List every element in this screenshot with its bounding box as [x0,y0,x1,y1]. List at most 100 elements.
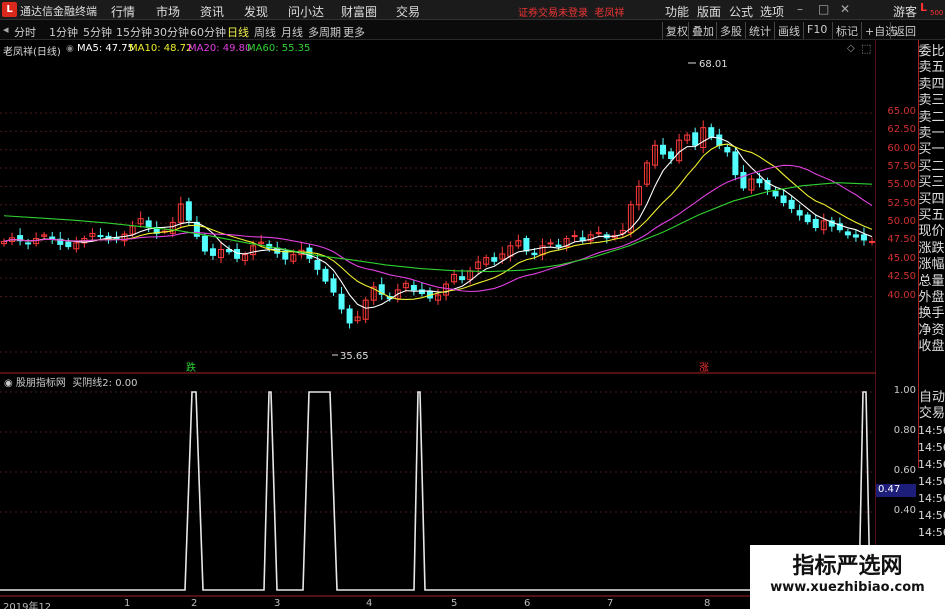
indicator-source: 股朋指标网 [15,378,66,389]
menu-discover[interactable]: 发现 [244,3,268,20]
quote-field-label: 收盘 [918,339,945,355]
candle-body [25,242,32,245]
quote-field-label: 总量 [918,273,945,289]
ma20-legend: MA20: 49.80 [188,43,252,54]
quote-field-label: 买一 [918,142,945,158]
tab-weekly[interactable]: 周线 [254,24,276,40]
quote-field-label: 涨幅 [918,257,945,273]
tab-monthly[interactable]: 月线 [281,24,303,40]
tab-60min[interactable]: 60分钟 [190,24,226,40]
chart-title: 老凤祥(日线) [3,47,61,58]
tab-5min[interactable]: 5分钟 [83,24,112,40]
login-notice[interactable]: 证券交易未登录 老凤祥 [518,4,624,19]
date-tick-label: 2 [191,598,198,609]
price-tick-label: 65.00 [887,106,916,117]
trade-label[interactable]: 交易 [919,402,945,421]
stats-button[interactable]: 统计 [745,22,774,39]
draw-button[interactable]: 画线 [774,22,803,39]
corner-letter: L [920,1,928,14]
indicator-tick-label: 0.40 [893,505,916,516]
menu-quotes[interactable]: 行情 [111,3,135,20]
tab-1min[interactable]: 1分钟 [49,24,78,40]
candle-body [708,127,715,138]
candle-body [145,220,152,229]
price-tick-label: 42.50 [887,271,916,283]
candle-body [185,201,192,221]
ma60-legend: MA60: 55.35 [247,43,311,54]
quote-field-label: 现价 [918,224,945,240]
menu-xiaoda[interactable]: 问小达 [288,3,324,20]
diamond-icon[interactable]: ◇ [847,43,855,54]
menu-news[interactable]: 资讯 [200,3,224,20]
price-tick-label: 40.00 [887,289,916,301]
candle-body [860,234,867,241]
quote-field-label: 卖一 [918,126,945,141]
candle-body [796,210,803,216]
tick-time: 14:56 [918,441,945,454]
low-price-label: 35.65 [340,351,369,362]
menu-function[interactable]: 功能 [665,3,689,20]
tick-time: 14:56 [918,509,945,522]
candle-body [804,214,811,223]
date-tick-label: 2019年12 [3,602,52,609]
indicator-current-value: 0.47 [876,484,916,497]
menu-formula[interactable]: 公式 [729,3,753,20]
expand-icon[interactable]: ⬚ [861,42,871,55]
quote-field-label: 净资 [918,322,945,338]
candle-body [668,151,675,160]
candle-body [571,235,578,238]
quote-field-label: 委比 [918,44,945,59]
tab-more[interactable]: 更多 [343,24,365,40]
candle-body [547,242,554,245]
ma5-legend: MA5: 47.75 [77,43,135,54]
candle-body [788,199,795,209]
f10-button[interactable]: F10 [803,22,830,39]
menu-options[interactable]: 选项 [760,3,784,20]
quote-field-label: 买四 [918,191,945,207]
candle-body [418,289,425,295]
settings-icon[interactable]: ◉ [66,44,74,54]
tab-intraday[interactable]: 分时 [14,24,36,40]
kline-chart[interactable] [0,40,876,608]
tab-15min[interactable]: 15分钟 [116,24,152,40]
menu-wealth[interactable]: 财富圈 [341,3,377,20]
minimize-icon[interactable]: – [797,2,803,16]
close-icon[interactable]: ✕ [840,2,850,16]
multi-stock-button[interactable]: 多股 [716,22,745,39]
return-button[interactable]: 返回 [890,22,919,39]
candle-body [852,234,859,238]
mark-button[interactable]: 标记 [832,22,861,39]
candle-body [459,276,466,281]
quote-field-label: 外盘 [918,290,945,305]
date-tick-label: 3 [274,598,281,609]
tab-30min[interactable]: 30分钟 [153,24,189,40]
quote-field-label: 卖三 [918,93,945,109]
maximize-icon[interactable]: □ [818,2,829,16]
candle-body [491,257,498,262]
quote-field-label: 换手 [918,306,945,322]
up-marker: 涨 [699,363,709,374]
tab-multi-period[interactable]: 多周期 [308,24,341,40]
candle-body [716,134,723,146]
tick-time: 14:56 [918,526,945,539]
indicator-tick-label: 0.80 [893,425,916,436]
gear-icon[interactable]: ◉ [4,378,13,389]
menu-market[interactable]: 市场 [156,3,180,20]
candle-body [209,248,216,256]
tab-daily[interactable]: 日线 [227,24,249,40]
guest-label[interactable]: 游客 [893,3,917,20]
menu-layout[interactable]: 版面 [697,3,721,20]
menu-trade[interactable]: 交易 [396,3,420,20]
candle-body [844,231,851,236]
ma10-legend: MA10: 48.72 [129,43,193,54]
app-logo-icon: L [2,2,17,17]
date-tick-label: 1 [124,598,131,609]
back-arrow-icon[interactable]: ◂ [3,23,9,36]
quote-field-label: 卖二 [918,109,945,125]
watermark-title: 指标严选网 [792,554,903,579]
adjust-button[interactable]: 复权 [662,22,691,39]
app-title: 通达信金融终端 [20,5,97,18]
overlay-button[interactable]: 叠加 [688,22,717,39]
date-tick-label: 7 [607,598,614,609]
quote-field-label: 涨跌 [918,240,945,256]
